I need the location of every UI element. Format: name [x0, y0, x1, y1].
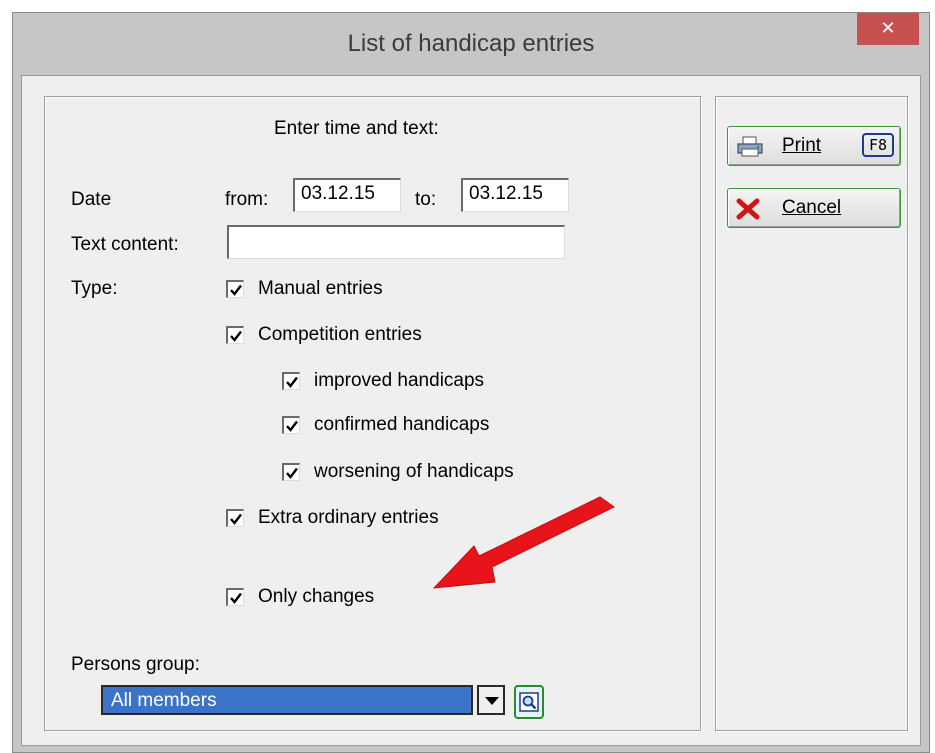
only-changes-label: Only changes [258, 586, 375, 607]
print-button[interactable]: Print F8 [727, 126, 901, 166]
worsening-handicaps-checkbox[interactable]: worsening of handicaps [282, 459, 514, 485]
form-heading: Enter time and text: [274, 118, 439, 139]
worsening-handicaps-label: worsening of handicaps [314, 461, 514, 482]
text-content-input[interactable] [227, 225, 565, 259]
print-label-text: Print [782, 135, 822, 156]
red-x-icon [736, 198, 760, 220]
only-changes-checkbox[interactable]: Only changes [226, 584, 374, 610]
competition-entries-checkbox[interactable]: Competition entries [226, 322, 422, 348]
improved-handicaps-checkbox[interactable]: improved handicaps [282, 368, 484, 394]
print-shortcut-badge: F8 [862, 133, 894, 157]
checkbox-box[interactable] [282, 372, 300, 390]
date-from-input[interactable]: 03.12.15 [293, 178, 401, 212]
persons-group-lookup-button[interactable] [514, 685, 544, 719]
extra-ordinary-entries-checkbox[interactable]: Extra ordinary entries [226, 505, 439, 531]
cancel-button[interactable]: Cancel [727, 188, 901, 228]
checkbox-box[interactable] [282, 416, 300, 434]
persons-group-value: All members [111, 690, 217, 711]
manual-entries-checkbox[interactable]: Manual entries [226, 276, 383, 302]
checkbox-box[interactable] [282, 463, 300, 481]
text-content-label: Text content: [71, 234, 179, 255]
dialog-client-area: Enter time and text: Date from: 03.12.15… [21, 75, 921, 746]
date-label: Date [71, 189, 112, 210]
date-to-input[interactable]: 03.12.15 [461, 178, 569, 212]
extra-ordinary-entries-label: Extra ordinary entries [258, 507, 439, 528]
window-title: List of handicap entries [347, 30, 595, 57]
confirmed-handicaps-label: confirmed handicaps [314, 414, 490, 435]
checkbox-box[interactable] [226, 280, 244, 298]
to-label: to: [415, 189, 437, 210]
checkbox-box[interactable] [226, 509, 244, 527]
checkbox-box[interactable] [226, 326, 244, 344]
confirmed-handicaps-checkbox[interactable]: confirmed handicaps [282, 412, 489, 438]
print-label: Print [782, 135, 821, 157]
improved-handicaps-label: improved handicaps [314, 370, 485, 391]
persons-group-select[interactable]: All members [101, 685, 473, 715]
magnifier-icon [519, 692, 539, 712]
title-bar[interactable]: List of handicap entries ✕ [13, 13, 929, 75]
printer-icon [737, 136, 763, 157]
persons-group-label: Persons group: [71, 654, 200, 675]
close-icon: ✕ [880, 18, 896, 38]
dialog-window: List of handicap entries ✕ Enter time an… [12, 12, 930, 753]
manual-entries-label: Manual entries [258, 278, 383, 299]
competition-entries-label: Competition entries [258, 324, 422, 345]
checkbox-box[interactable] [226, 588, 244, 606]
type-label: Type: [71, 278, 118, 299]
persons-group-dropdown-button[interactable] [477, 685, 505, 715]
cancel-label: Cancel [782, 197, 842, 218]
close-button[interactable]: ✕ [857, 13, 919, 45]
chevron-down-icon [485, 697, 499, 705]
from-label: from: [225, 189, 269, 210]
